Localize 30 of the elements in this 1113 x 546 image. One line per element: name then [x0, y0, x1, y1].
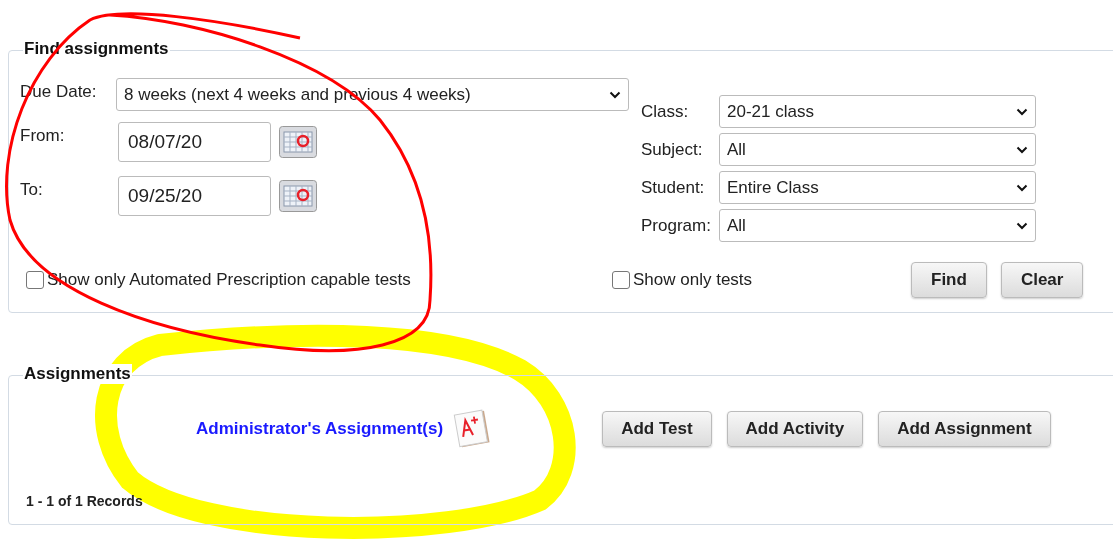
checkbox-label: Show only tests: [633, 269, 753, 292]
field-label: From:: [20, 125, 66, 147]
calendar-icon[interactable]: [279, 180, 317, 212]
checkbox[interactable]: [612, 271, 630, 289]
field-label: Subject:: [641, 138, 704, 161]
filter-dropdown[interactable]: All: [719, 133, 1036, 166]
button[interactable]: Find: [911, 262, 987, 298]
panel-title: Assignments: [23, 364, 132, 384]
chevron-icon: [1016, 145, 1028, 154]
chevron-icon: [1016, 107, 1028, 116]
records-count: 1 - 1 of 1 Records: [26, 492, 144, 511]
button[interactable]: Add Test: [602, 411, 712, 447]
field-label: Student:: [641, 176, 706, 199]
assignments-link[interactable]: Administrator's Assignment(s): [196, 416, 444, 442]
filter-dropdown[interactable]: All: [719, 209, 1036, 242]
field-label: To:: [20, 179, 44, 201]
button[interactable]: Clear: [1000, 262, 1084, 298]
filter-dropdown[interactable]: Entire Class: [719, 171, 1036, 204]
date-field[interactable]: 09/25/20: [118, 176, 271, 216]
chevron-icon: [1016, 221, 1028, 230]
filter-dropdown[interactable]: 20-21 class: [719, 95, 1036, 128]
button[interactable]: Add Assignment: [878, 411, 1051, 447]
checkbox[interactable]: [26, 271, 44, 289]
chevron-icon: [609, 90, 621, 99]
chevron-icon: [1016, 183, 1028, 192]
button[interactable]: Add Activity: [726, 411, 864, 447]
field-label: Class:: [641, 100, 690, 123]
date-field[interactable]: 08/07/20: [118, 122, 271, 162]
field-label: Program:: [641, 214, 712, 237]
calendar-icon[interactable]: [279, 126, 317, 158]
